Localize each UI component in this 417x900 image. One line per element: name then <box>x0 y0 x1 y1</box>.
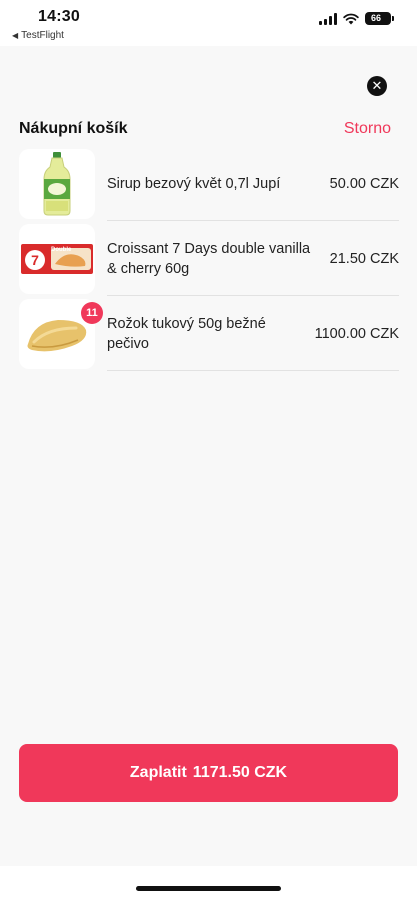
battery-icon: 66 <box>365 12 394 25</box>
croissant-package-image: 7 Double <box>19 223 95 294</box>
cart-sheet: ✕ Nákupní košík Storno Sirup bezový květ… <box>0 46 417 866</box>
cellular-signal-icon <box>319 12 337 25</box>
pay-button[interactable]: Zaplatit 1171.50 CZK <box>19 744 398 802</box>
status-bar: 14:30 ◀ TestFlight 66 <box>0 0 417 46</box>
item-price: 21.50 CZK <box>329 250 399 267</box>
cart-header: Nákupní košík Storno <box>19 120 391 138</box>
back-to-app-link[interactable]: ◀ TestFlight <box>12 30 64 41</box>
bread-roll-image: 11 <box>19 298 103 369</box>
pay-label: Zaplatit <box>129 764 187 781</box>
cancel-button[interactable]: Storno <box>344 120 391 138</box>
pay-total: 1171.50 CZK <box>192 764 288 781</box>
item-price: 1100.00 CZK <box>314 325 399 342</box>
close-button[interactable]: ✕ <box>367 76 387 96</box>
croissant-brand-text: Double <box>51 247 72 253</box>
wifi-icon <box>343 13 359 24</box>
battery-level: 66 <box>370 13 381 23</box>
svg-text:7: 7 <box>31 252 39 268</box>
item-name: Rožok tukový 50g bežné pečivo <box>107 315 266 352</box>
screen: 14:30 ◀ TestFlight 66 ✕ Nákupní košík Sto… <box>0 0 417 900</box>
item-name: Sirup bezový květ 0,7l Jupí <box>107 175 281 192</box>
back-app-label: TestFlight <box>21 30 64 41</box>
cart-title: Nákupní košík <box>19 120 128 137</box>
syrup-bottle-image <box>19 148 95 219</box>
cart-item-list: Sirup bezový květ 0,7l Jupí 50.00 CZK 7 … <box>19 146 399 371</box>
status-time: 14:30 <box>38 8 80 25</box>
item-name: Croissant 7 Days double vanilla & cherry… <box>107 240 311 277</box>
cart-item[interactable]: 7 Double Croissant 7 Days double vanilla… <box>19 221 399 296</box>
cart-item[interactable]: Sirup bezový květ 0,7l Jupí 50.00 CZK <box>19 146 399 221</box>
status-icons: 66 <box>319 12 394 25</box>
cart-item[interactable]: 11 Rožok tukový 50g bežné pečivo 1100.00… <box>19 296 399 371</box>
back-arrow-icon: ◀ <box>12 31 19 40</box>
close-icon: ✕ <box>371 78 383 93</box>
quantity-badge: 11 <box>81 301 103 324</box>
home-indicator <box>136 886 281 891</box>
item-price: 50.00 CZK <box>329 175 399 192</box>
